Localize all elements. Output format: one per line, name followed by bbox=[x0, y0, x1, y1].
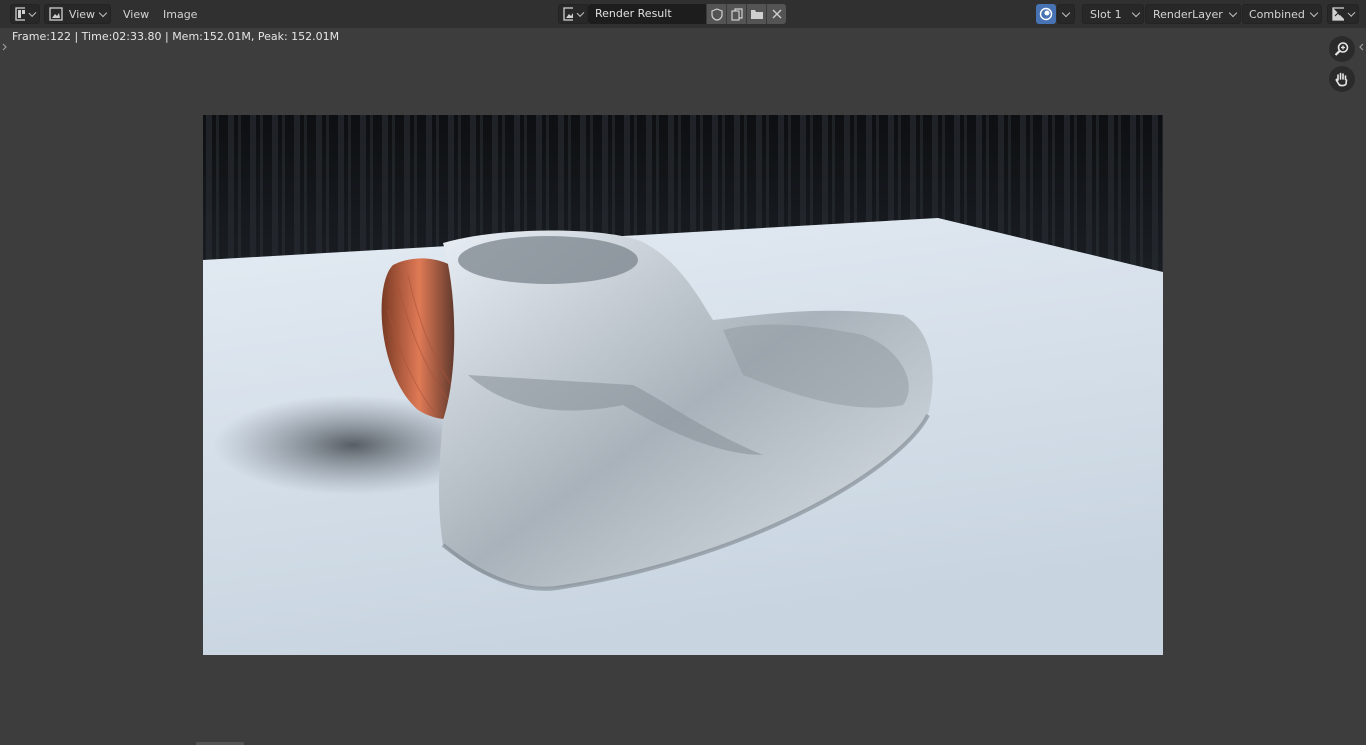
render-info-text: Frame:122 | Time:02:33.80 | Mem:152.01M,… bbox=[12, 30, 340, 43]
view-mode-label: View bbox=[68, 7, 96, 21]
slot-dropdown[interactable]: Slot 1 bbox=[1082, 4, 1144, 24]
render-icon bbox=[1039, 7, 1053, 21]
render-layer-dropdown[interactable]: RenderLayer bbox=[1145, 4, 1241, 24]
image-name-field[interactable]: Render Result bbox=[588, 4, 706, 24]
chevron-down-icon bbox=[1061, 8, 1071, 17]
chevron-down-icon bbox=[1309, 8, 1319, 17]
image-editor-icon bbox=[15, 7, 26, 21]
chevron-down-icon bbox=[1347, 8, 1356, 17]
image-browse-icon bbox=[563, 7, 574, 21]
folder-icon bbox=[750, 10, 763, 19]
unlink-image-button[interactable] bbox=[766, 4, 786, 24]
render-result-image[interactable] bbox=[203, 115, 1163, 655]
chevron-down-icon bbox=[1228, 8, 1238, 17]
image-browse-button[interactable] bbox=[558, 4, 588, 24]
render-slot-menu-button[interactable] bbox=[1057, 4, 1075, 24]
chevron-down-icon bbox=[576, 8, 585, 17]
render-result-picture bbox=[203, 115, 1163, 655]
close-icon bbox=[772, 9, 781, 19]
duplicate-icon bbox=[730, 7, 743, 21]
chevron-down-icon bbox=[98, 8, 108, 17]
sidebar-toggle-icon[interactable] bbox=[1358, 43, 1364, 51]
open-image-button[interactable] bbox=[746, 4, 766, 24]
view-menu[interactable]: View bbox=[123, 4, 149, 24]
toolbar-toggle-icon[interactable] bbox=[2, 43, 8, 51]
display-channels-dropdown[interactable] bbox=[1327, 4, 1359, 24]
render-pass-dropdown[interactable]: Combined bbox=[1242, 4, 1322, 24]
image-menu[interactable]: Image bbox=[163, 4, 197, 24]
image-icon bbox=[49, 7, 63, 21]
hand-icon bbox=[1335, 72, 1348, 87]
pan-button[interactable] bbox=[1329, 66, 1355, 92]
chevron-down-icon bbox=[1131, 8, 1141, 17]
chevron-down-icon bbox=[28, 8, 37, 17]
shield-icon bbox=[710, 7, 723, 21]
new-image-button[interactable] bbox=[726, 4, 746, 24]
render-layer-label: RenderLayer bbox=[1153, 7, 1223, 21]
editor-type-dropdown[interactable] bbox=[10, 4, 40, 24]
image-datablock-selector: Render Result bbox=[558, 4, 786, 24]
render-slot-icon-button[interactable] bbox=[1036, 4, 1056, 24]
view-mode-dropdown[interactable]: View bbox=[44, 4, 111, 24]
slot-label: Slot 1 bbox=[1090, 7, 1122, 21]
image-editor-header: View View Image Render Result Slot 1 Ren… bbox=[0, 0, 1366, 28]
zoom-button[interactable] bbox=[1329, 36, 1355, 62]
render-pass-label: Combined bbox=[1249, 7, 1305, 21]
fake-user-button[interactable] bbox=[706, 4, 726, 24]
display-channels-icon bbox=[1332, 7, 1344, 21]
zoom-icon bbox=[1334, 42, 1349, 56]
